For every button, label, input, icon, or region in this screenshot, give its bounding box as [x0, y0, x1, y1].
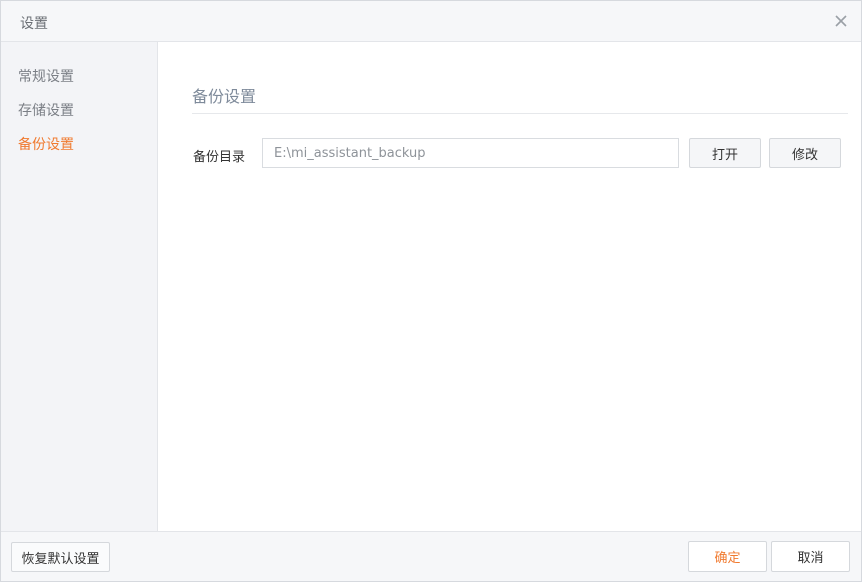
backup-dir-input[interactable] [262, 138, 679, 168]
dialog-footer: 恢复默认设置 确定 取消 [1, 531, 861, 581]
ok-button[interactable]: 确定 [688, 541, 767, 572]
reset-defaults-button[interactable]: 恢复默认设置 [11, 542, 110, 572]
section-title: 备份设置 [192, 87, 257, 106]
close-icon [835, 15, 847, 27]
title-bar: 设置 [1, 1, 861, 42]
settings-dialog: 设置 常规设置 存储设置 备份设置 备份设置 备份目录 打开 修改 恢复默认设置… [0, 0, 862, 582]
cancel-button[interactable]: 取消 [771, 541, 850, 572]
change-button[interactable]: 修改 [769, 138, 841, 168]
backup-dir-label: 备份目录 [193, 150, 246, 165]
settings-content: 备份设置 备份目录 打开 修改 [158, 42, 861, 531]
window-title: 设置 [20, 16, 48, 32]
sidebar-item-storage[interactable]: 存储设置 [18, 100, 74, 120]
settings-sidebar: 常规设置 存储设置 备份设置 [1, 42, 158, 531]
sidebar-item-backup[interactable]: 备份设置 [18, 134, 74, 154]
sidebar-item-general[interactable]: 常规设置 [18, 66, 74, 86]
close-button[interactable] [831, 11, 851, 31]
open-button[interactable]: 打开 [689, 138, 761, 168]
section-divider [192, 113, 848, 114]
